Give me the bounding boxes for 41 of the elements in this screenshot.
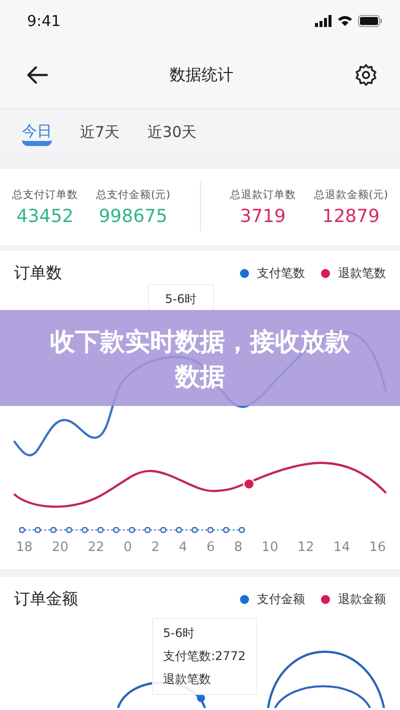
clock-time: 9:41 xyxy=(27,12,61,30)
tooltip-text: 5-6时 xyxy=(163,625,196,642)
battery-icon xyxy=(358,15,382,27)
stat-value: 12879 xyxy=(322,206,380,226)
period-tab[interactable]: 近7天 xyxy=(80,118,120,146)
axis-label: 8 xyxy=(234,540,242,555)
headline-banner: 收下款实时数据，接收放款数据 xyxy=(0,310,400,406)
axis-label: 6 xyxy=(206,540,215,555)
stat-label: 总退款订单数 xyxy=(230,188,296,202)
stat-value: 3719 xyxy=(240,206,286,226)
stat-label: 总支付金额(元) xyxy=(96,188,170,202)
chart-title: 订单数 xyxy=(14,263,62,284)
data-point-icon xyxy=(242,477,256,491)
legend-label: 退款金额 xyxy=(338,591,386,608)
axis-label: 16 xyxy=(369,540,386,555)
legend-label: 退款笔数 xyxy=(338,265,386,282)
axis-label: 18 xyxy=(16,540,33,555)
stat-value: 43452 xyxy=(16,206,74,226)
axis-label: 0 xyxy=(124,540,132,555)
stat-label: 总支付订单数 xyxy=(12,188,78,202)
tooltip-text: 支付笔数:2772 xyxy=(163,648,246,665)
stat-label: 总退款金额(元) xyxy=(314,188,388,202)
period-tab[interactable]: 今日 xyxy=(22,118,52,146)
axis-label: 14 xyxy=(333,540,350,555)
axis-label: 22 xyxy=(88,540,104,555)
wifi-icon xyxy=(337,15,353,27)
legend-label: 支付金额 xyxy=(257,591,305,608)
legend-label: 支付笔数 xyxy=(257,265,305,282)
axis-label: 20 xyxy=(52,540,68,555)
axis-label: 2 xyxy=(151,540,160,555)
tooltip-text: 退款笔数 xyxy=(163,671,212,688)
tooltip-text: 5-6时 xyxy=(165,292,197,306)
stat-value: 998675 xyxy=(98,206,168,226)
settings-icon[interactable] xyxy=(354,63,378,87)
axis-label: 10 xyxy=(262,540,278,555)
signal-icon xyxy=(315,15,332,27)
period-tab[interactable]: 近30天 xyxy=(148,118,197,146)
chart-title: 订单金额 xyxy=(14,589,78,610)
axis-label: 4 xyxy=(178,540,188,555)
page-title: 数据统计 xyxy=(170,64,234,86)
axis-label: 12 xyxy=(298,540,314,555)
